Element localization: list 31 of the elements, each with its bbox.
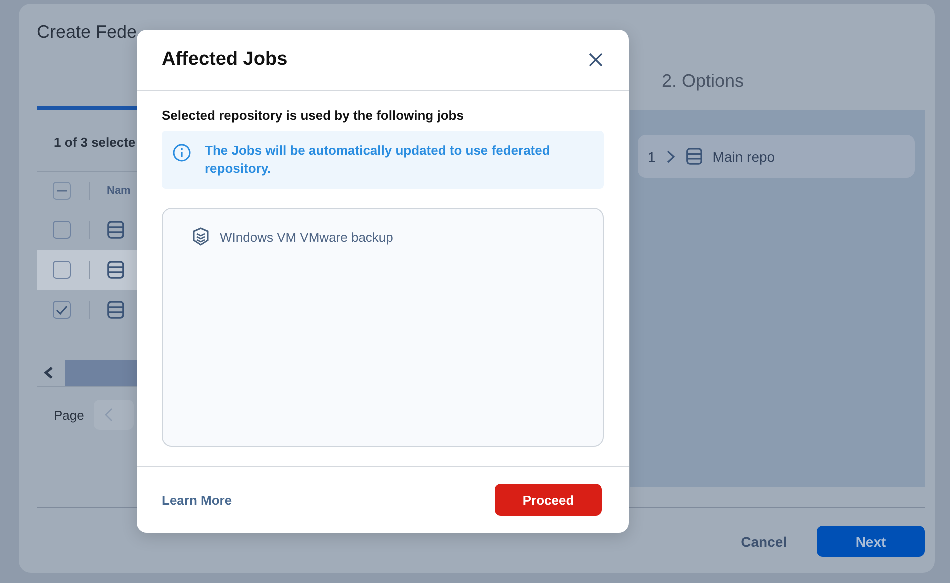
database-icon: [686, 148, 703, 165]
database-icon: [107, 221, 125, 239]
proceed-button[interactable]: Proceed: [495, 484, 602, 516]
wizard-title: Create Fede: [37, 21, 138, 44]
checkbox[interactable]: [53, 261, 71, 279]
cancel-button[interactable]: Cancel: [735, 532, 793, 550]
database-icon: [107, 261, 125, 279]
item-index: 1: [648, 148, 656, 164]
checkbox[interactable]: [53, 301, 71, 319]
next-button[interactable]: Next: [817, 526, 925, 557]
checkbox[interactable]: [53, 182, 71, 200]
database-icon: [107, 301, 125, 319]
checkbox[interactable]: [53, 221, 71, 239]
learn-more-link[interactable]: Learn More: [162, 492, 232, 508]
page-label: Page: [54, 408, 84, 422]
item-name: Main repo: [712, 148, 776, 164]
dialog-subtitle: Selected repository is used by the following jobs: [162, 108, 465, 123]
step-tab[interactable]: 2. Options: [662, 71, 744, 92]
page-previous-button[interactable]: [94, 400, 134, 430]
scrollbar-thumb[interactable]: [65, 360, 137, 386]
job-name[interactable]: WIndows VM VMware backup: [220, 230, 394, 244]
chevron-right-icon: [666, 150, 676, 164]
info-text: The Jobs will be automatically updated to use federated repository.: [205, 142, 552, 178]
info-icon: [173, 144, 191, 162]
selected-item[interactable]: 1 Main repo: [638, 135, 915, 178]
dialog-title: Affected Jobs: [162, 49, 288, 71]
column-header[interactable]: Nam: [107, 185, 131, 197]
chevron-left-icon: [104, 407, 114, 423]
stack-icon: [191, 227, 211, 247]
close-icon[interactable]: [589, 53, 603, 67]
scroll-left-icon[interactable]: [43, 366, 55, 380]
